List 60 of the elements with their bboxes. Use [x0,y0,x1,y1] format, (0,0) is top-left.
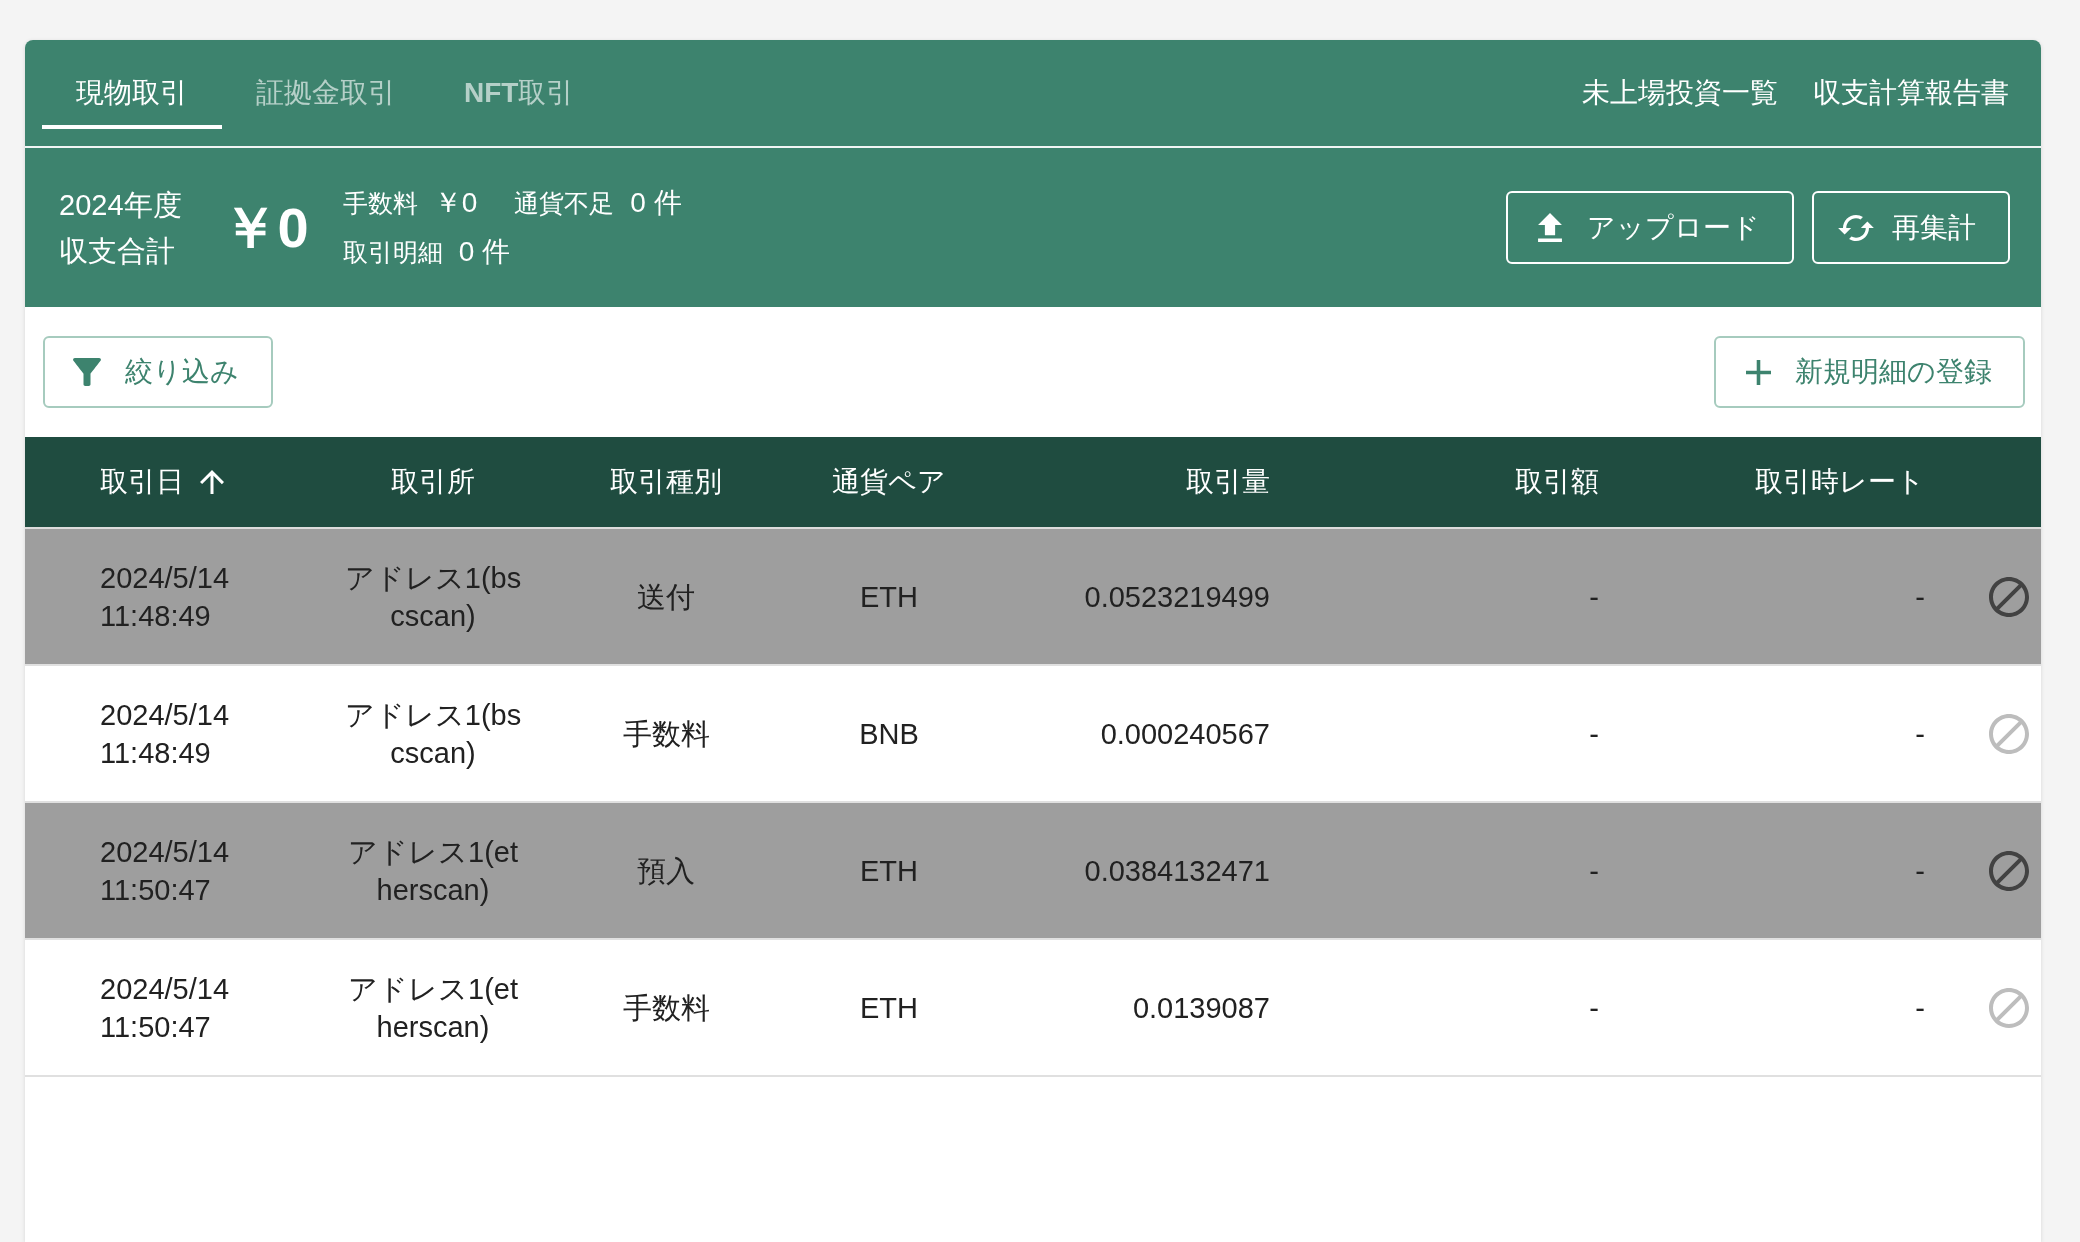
transaction-value: - [1589,579,1599,615]
summary-label: 収支合計 [59,233,176,269]
transaction-type: 手数料 [622,990,710,1026]
stat-value: 0 件 [458,235,511,269]
amount-value: 0.000240567 [1100,716,1270,752]
column-header[interactable]: 取引日 [100,463,184,501]
header-link[interactable]: 収支計算報告書 [1813,74,2009,112]
column-header: 取引所 [391,465,475,499]
header-link[interactable]: 未上場投資一覧 [1582,74,1778,112]
exchange-name: アドレス1(bscscan) [344,560,522,634]
plus-icon [1746,359,1771,385]
period-label: 2024年度 [59,187,182,223]
column-header: 通貨ペア [832,465,946,499]
rate-value: - [1915,990,1925,1026]
stat-label: 通貨不足 [514,188,615,219]
transaction-date: 2024/5/14 11:48:49 [100,560,229,634]
column-header: 取引時レート [1755,465,1925,499]
sort-arrow-icon[interactable] [200,470,224,494]
upload-icon [1538,213,1562,242]
tab[interactable]: NFT取引 [430,57,609,129]
currency-pair: ETH [860,853,918,889]
tab[interactable]: 証拠金取引 [222,57,430,129]
add-entry-button[interactable]: 新規明細の登録 [1714,336,2025,408]
amount-value: 0.0384132471 [1084,853,1270,889]
amount-value: 0.0139087 [1132,990,1270,1026]
stat-value: ￥0 [433,186,478,220]
exchange-name: アドレス1(etherscan) [347,834,519,908]
rate-value: - [1915,853,1925,889]
column-header: 取引量 [1186,465,1270,499]
ban-icon[interactable] [1989,576,2029,617]
transaction-type: 預入 [637,853,695,889]
currency-pair: ETH [860,990,918,1026]
filter-icon [73,358,101,386]
stat-label: 取引明細 [342,237,443,268]
transaction-type: 送付 [637,579,695,615]
currency-pair: ETH [860,579,918,615]
transaction-date: 2024/5/14 11:48:49 [100,697,229,771]
rate-value: - [1915,716,1925,752]
ban-icon[interactable] [1989,850,2029,891]
upload-button[interactable]: アップロード [1506,191,1794,264]
stat-value: 0 件 [630,186,682,220]
currency-pair: BNB [859,716,919,752]
refresh-button[interactable]: 再集計 [1812,191,2010,264]
transaction-value: - [1589,716,1599,752]
transaction-type: 手数料 [622,716,710,752]
exchange-name: アドレス1(bscscan) [344,697,522,771]
tab[interactable]: 現物取引 [42,57,222,129]
transaction-value: - [1589,853,1599,889]
transaction-value: - [1589,990,1599,1026]
total-amount: ￥0 [221,199,309,256]
exchange-name: アドレス1(etherscan) [347,971,519,1045]
column-header: 取引額 [1515,465,1599,499]
refresh-icon [1838,214,1874,241]
transaction-date: 2024/5/14 11:50:47 [100,834,229,908]
stat-label: 手数料 [342,188,418,219]
column-header: 取引種別 [610,465,722,499]
filter-button[interactable]: 絞り込み [43,336,273,408]
rate-value: - [1915,579,1925,615]
amount-value: 0.0523219499 [1084,579,1270,615]
transaction-date: 2024/5/14 11:50:47 [100,971,229,1045]
